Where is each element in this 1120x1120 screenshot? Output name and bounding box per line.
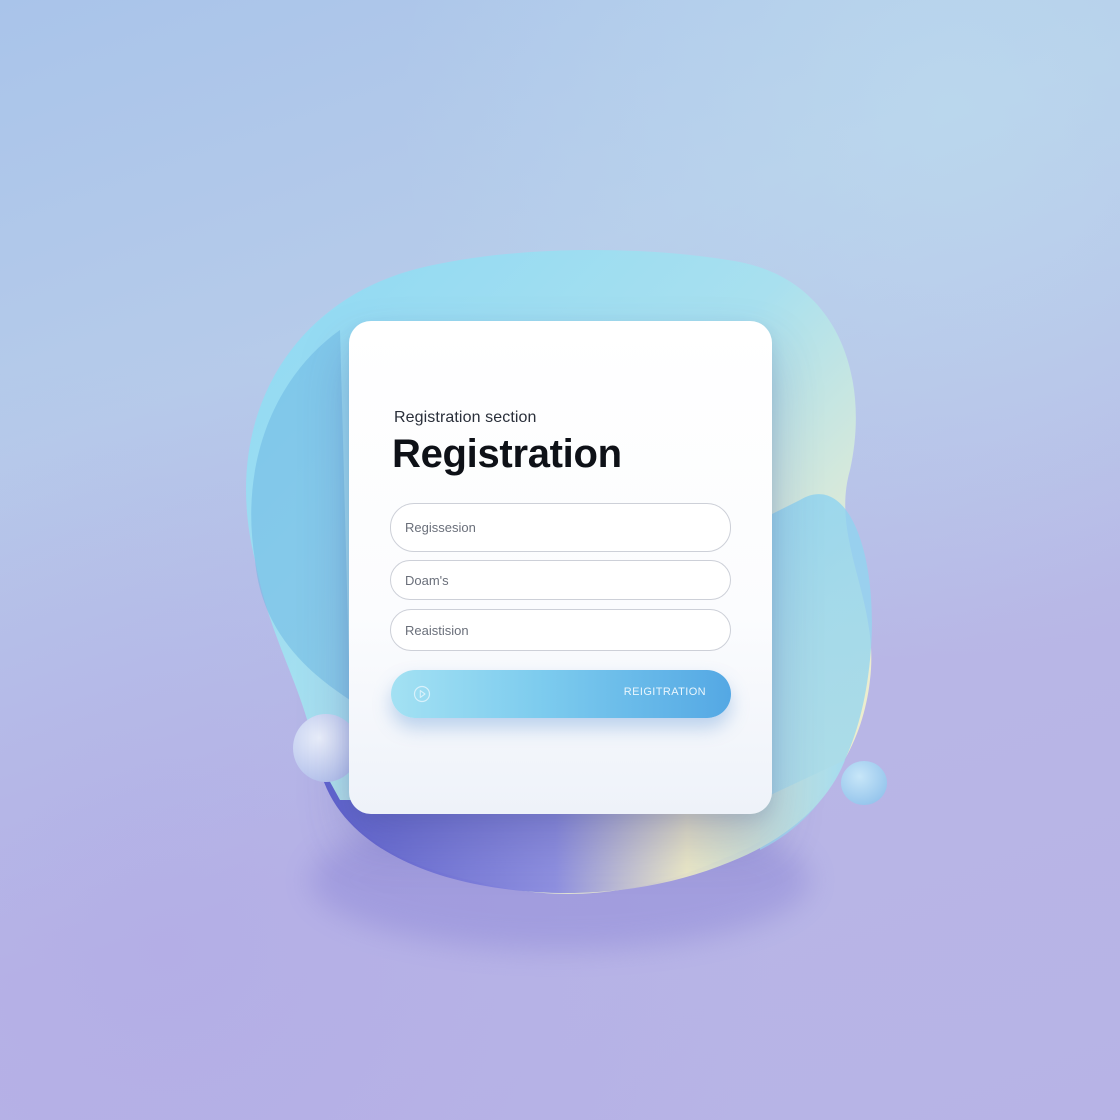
registration-card: Registration section Registration REIGIT… [349, 321, 772, 814]
page-title: Registration [392, 432, 622, 476]
section-label: Registration section [394, 409, 537, 426]
registration-field-3[interactable] [390, 609, 731, 651]
register-button-label: REIGITRATION [623, 686, 706, 698]
play-circle-icon [413, 685, 431, 703]
registration-field-1[interactable] [390, 503, 731, 552]
register-button[interactable]: REIGITRATION [391, 670, 731, 718]
registration-field-2[interactable] [390, 560, 731, 600]
